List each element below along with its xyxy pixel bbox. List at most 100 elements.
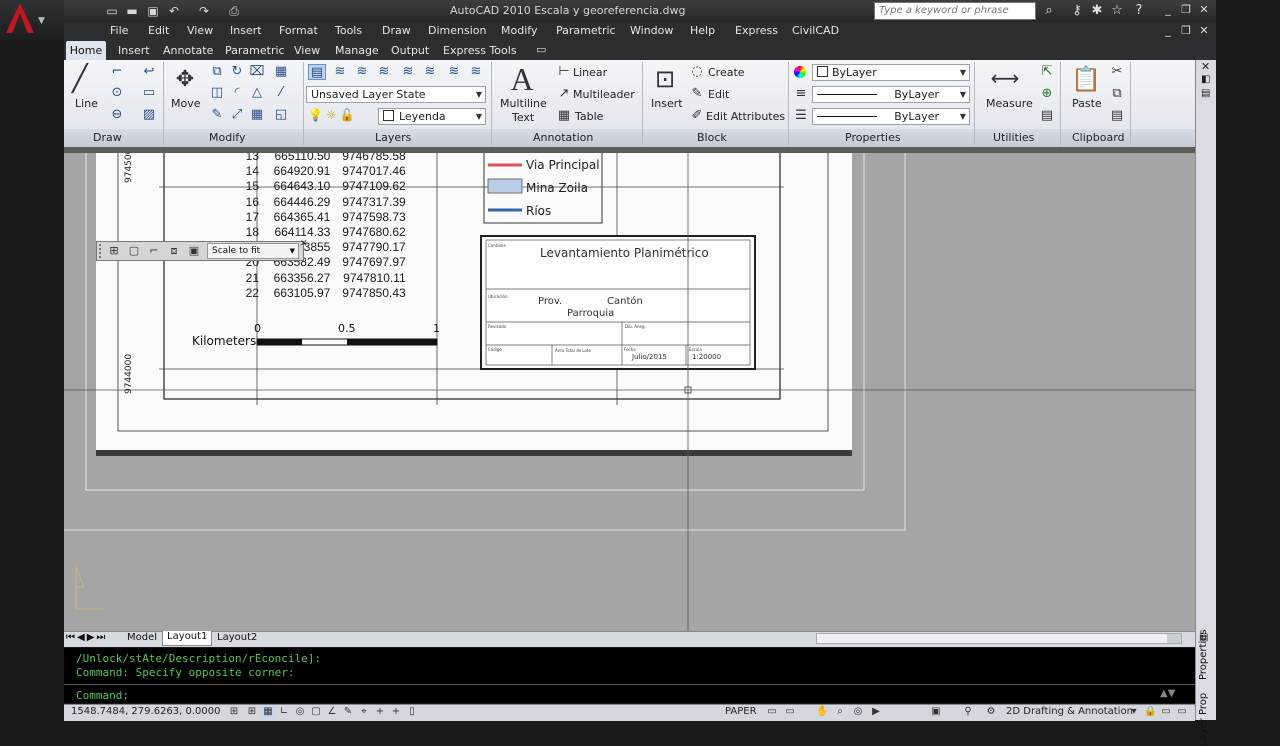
hardware-acceleration-icon[interactable]: ▭ <box>1160 706 1172 718</box>
viewport-clip-icon[interactable]: ⊞ <box>105 243 123 259</box>
redo-icon[interactable]: ↷ <box>196 3 212 19</box>
menu-window[interactable]: Window <box>630 24 673 37</box>
open-folder-icon[interactable]: ▬ <box>124 3 140 19</box>
lineweight-icon[interactable]: ≡ <box>792 86 810 102</box>
menu-view[interactable]: View <box>187 24 213 37</box>
linear-dimension-icon[interactable]: ⊢ <box>555 64 573 80</box>
workspace-switching-icon[interactable]: ⚙ <box>985 706 997 718</box>
color-wheel-icon[interactable] <box>794 66 806 78</box>
tab-home[interactable]: Home <box>66 41 106 60</box>
layout-nav-arrows[interactable]: ⏮◀▶⏭ <box>66 632 107 643</box>
command-scroll-icon[interactable]: ▲▼ <box>1160 688 1175 699</box>
binoculars-icon[interactable]: ⌕ <box>1040 3 1058 19</box>
palette-autohide-icon[interactable]: ◧ <box>1201 74 1210 85</box>
edit-block-icon[interactable]: ✎ <box>688 86 706 102</box>
command-prompt[interactable]: Command: <box>76 689 129 702</box>
object-snap-icon[interactable]: ▢ <box>310 706 322 718</box>
layers-panel-title[interactable]: Layers <box>375 131 411 144</box>
edit-attributes-label[interactable]: Edit Attributes <box>706 110 785 123</box>
minimize-button[interactable]: _ <box>1160 3 1176 17</box>
ellipse-icon[interactable]: ⊖ <box>108 107 126 123</box>
layer-match-icon[interactable]: ≋ <box>445 64 463 80</box>
linetype-icon[interactable]: ☰ <box>792 108 810 124</box>
tab-model[interactable]: Model <box>127 632 157 643</box>
paper-space-toggle[interactable]: PAPER <box>725 706 757 717</box>
palette-close-icon[interactable]: ✕ <box>1201 60 1210 73</box>
doc-restore-button[interactable]: ❐ <box>1178 24 1194 38</box>
multiline-text-icon[interactable]: A <box>508 61 536 97</box>
match-properties-icon[interactable]: ▤ <box>1108 108 1126 124</box>
layer-combo[interactable]: Leyenda ▼ <box>378 108 486 125</box>
table-icon[interactable]: ▦ <box>555 108 573 124</box>
menu-insert[interactable]: Insert <box>230 24 262 37</box>
explode-icon[interactable]: ⁄ <box>272 85 290 101</box>
clipboard-panel-title[interactable]: Clipboard <box>1072 131 1125 144</box>
copy-icon[interactable]: ⧉ <box>208 64 226 80</box>
annotation-panel-title[interactable]: Annotation <box>533 131 593 144</box>
viewport-clip-existing-icon[interactable]: ▣ <box>185 243 203 259</box>
menu-edit[interactable]: Edit <box>148 24 169 37</box>
pan-icon[interactable]: ✋ <box>816 706 828 718</box>
layer-properties-icon[interactable]: ▤ <box>308 64 326 80</box>
doc-minimize-button[interactable]: _ <box>1160 24 1176 38</box>
select-all-icon[interactable]: ⊕ <box>1038 86 1056 102</box>
rotate-icon[interactable]: ↻ <box>228 64 246 80</box>
restore-button[interactable]: ❐ <box>1178 3 1194 17</box>
polar-tracking-icon[interactable]: ◎ <box>294 706 306 718</box>
move-label[interactable]: Move <box>171 97 201 110</box>
linetype-combo[interactable]: ByLayer ▼ <box>812 86 970 103</box>
move-icon[interactable]: ✥ <box>172 66 198 94</box>
menu-file[interactable]: File <box>110 24 128 37</box>
layer-properties-palette-tab[interactable]: Layer Prop <box>1198 693 1209 746</box>
horizontal-scrollbar[interactable] <box>816 633 1182 644</box>
quick-select-icon[interactable]: ⇱ <box>1038 64 1056 80</box>
array-icon[interactable]: ▦ <box>272 64 290 80</box>
table-label[interactable]: Table <box>575 110 603 123</box>
layer-unlock-icon[interactable]: ≋ <box>421 64 439 80</box>
quick-view-drawings-icon[interactable]: ▭ <box>784 706 796 718</box>
layer-walk-icon[interactable]: ≋ <box>467 64 485 80</box>
modify-panel-title[interactable]: Modify <box>209 131 245 144</box>
menu-draw[interactable]: Draw <box>382 24 411 37</box>
edit-label[interactable]: Edit <box>708 88 729 101</box>
tab-view[interactable]: View <box>294 44 320 57</box>
communication-icon[interactable]: ✱ <box>1088 3 1106 19</box>
properties-palette-tab[interactable]: Properties <box>1198 629 1209 680</box>
stretch-icon[interactable]: △ <box>248 85 266 101</box>
zoom-icon[interactable]: ⌕ <box>834 706 846 718</box>
quick-properties-icon[interactable]: + <box>390 706 402 718</box>
plot-icon[interactable]: ⎙ <box>226 3 242 19</box>
calculator-icon[interactable]: ▤ <box>1038 108 1056 124</box>
offset-icon[interactable]: ◱ <box>272 107 290 123</box>
viewport-toolbar-close-icon[interactable]: ✕ <box>300 239 308 249</box>
toolbar-grip[interactable] <box>99 244 104 258</box>
mirror-icon[interactable]: ◫ <box>208 85 226 101</box>
undo-icon[interactable]: ↶ <box>166 3 182 19</box>
paste-label[interactable]: Paste <box>1072 97 1102 110</box>
ortho-mode-icon[interactable]: ∟ <box>278 706 290 718</box>
cursor-coordinates[interactable]: 1548.7484, 279.6263, 0.0000 <box>71 706 221 717</box>
cut-icon[interactable]: ✂ <box>1108 64 1126 80</box>
menu-format[interactable]: Format <box>279 24 318 37</box>
circle-icon[interactable]: ⊙ <box>108 85 126 101</box>
search-input[interactable]: Type a keyword or phrase <box>874 2 1036 20</box>
maximize-viewport-icon[interactable]: ▣ <box>930 706 942 718</box>
help-icon[interactable]: ? <box>1130 3 1148 19</box>
clean-screen-icon[interactable]: ▭ <box>1176 706 1188 718</box>
lineweight-combo[interactable]: ByLayer ▼ <box>812 108 970 125</box>
palette-icon[interactable]: ▤ <box>1199 632 1208 643</box>
viewport-single-icon[interactable]: ▢ <box>125 243 143 259</box>
selection-cycling-icon[interactable]: ▯ <box>406 706 418 718</box>
lock-icon[interactable]: 🔒 <box>1144 706 1156 718</box>
paste-icon[interactable]: 📋 <box>1071 64 1101 94</box>
linear-label[interactable]: Linear <box>573 66 607 79</box>
layer-lock-icon[interactable]: ≋ <box>399 64 417 80</box>
menu-express[interactable]: Express <box>735 24 778 37</box>
tab-output[interactable]: Output <box>391 44 429 57</box>
layer-state-combo[interactable]: Unsaved Layer State ▼ <box>306 86 486 103</box>
tab-manage[interactable]: Manage <box>335 44 379 57</box>
grid-display-icon[interactable]: ▦ <box>262 706 274 718</box>
trim-icon[interactable]: ⌧ <box>248 64 266 80</box>
application-menu-button[interactable]: ▼ <box>0 0 64 40</box>
object-snap-tracking-icon[interactable]: ∠ <box>326 706 338 718</box>
